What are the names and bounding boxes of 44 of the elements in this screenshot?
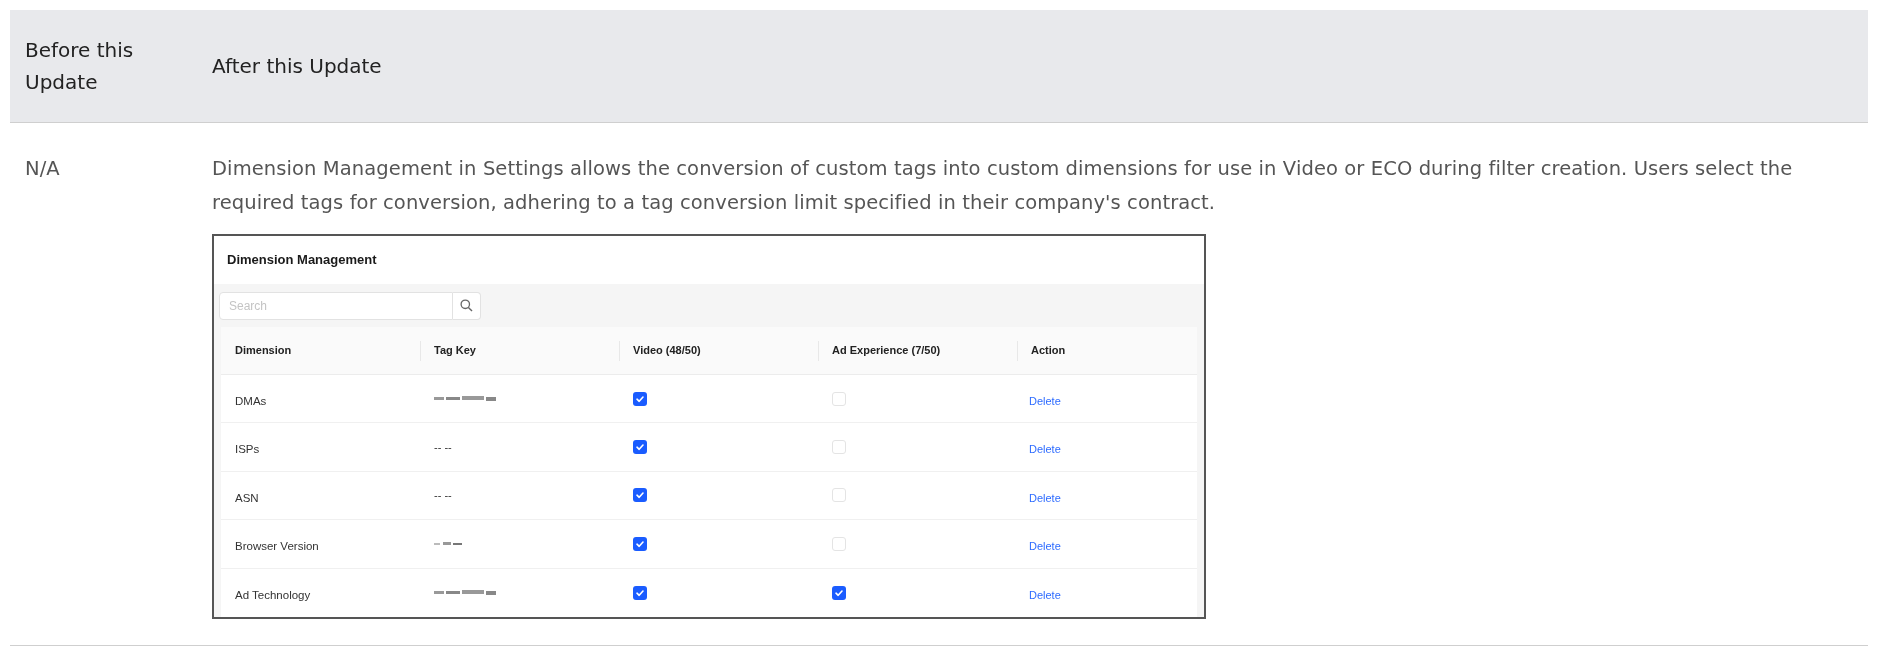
column-header: Dimension — [235, 343, 292, 359]
delete-link[interactable]: Delete — [1029, 491, 1061, 504]
delete-link[interactable]: Delete — [1029, 540, 1061, 553]
checkmark-icon — [635, 393, 645, 404]
checkmark-icon — [635, 490, 645, 501]
checkbox[interactable] — [633, 440, 647, 455]
table-cell: Ad Technology — [235, 589, 311, 602]
tag-key: -- -- — [434, 487, 452, 504]
table-cell: ISPs — [235, 443, 260, 456]
checkbox[interactable] — [832, 440, 846, 455]
column-header: Action — [1031, 343, 1066, 359]
column-header: Ad Experience (7/50) — [832, 343, 941, 359]
column-header: After this Update — [212, 53, 383, 80]
checkmark-icon — [635, 587, 645, 598]
delete-link[interactable]: Delete — [1029, 443, 1061, 456]
checkmark-icon — [635, 538, 645, 549]
checkbox[interactable] — [633, 536, 647, 551]
checkbox[interactable] — [633, 585, 647, 600]
delete-link[interactable]: Delete — [1029, 395, 1061, 408]
checkbox[interactable] — [832, 536, 846, 551]
delete-link[interactable]: Delete — [1029, 589, 1061, 602]
table-cell: DMAs — [235, 395, 267, 408]
checkmark-icon — [635, 442, 645, 453]
description-text: Dimension Management in Settings allows the conversion of custom tags into custom dimensions for use in Video or ECO during filter creation. Users select the required tags for conversion, adhering to a tag conversion limit specified in their company's contract. — [212, 156, 1794, 216]
column-header: Before this Update — [24, 37, 135, 96]
column-header: Video (48/50) — [633, 343, 701, 359]
search-icon — [460, 299, 473, 312]
table-cell: ASN — [235, 491, 259, 504]
checkmark-icon — [834, 587, 844, 598]
table-cell: Browser Version — [235, 540, 319, 553]
search-field[interactable]: Search — [219, 291, 453, 320]
checkbox[interactable] — [832, 488, 846, 503]
search-button[interactable] — [453, 291, 481, 320]
blurred-text-drawing — [434, 541, 462, 546]
checkbox[interactable] — [832, 585, 846, 600]
tag-key: -- -- — [434, 438, 452, 456]
table-cell-text: N/A — [24, 156, 61, 182]
checkbox[interactable] — [832, 391, 846, 406]
blurred-text-drawing — [434, 396, 496, 402]
panel-title: Dimension Management — [227, 251, 377, 270]
checkbox[interactable] — [633, 391, 647, 406]
column-header: Tag Key — [434, 343, 476, 359]
checkbox[interactable] — [633, 488, 647, 503]
blurred-text-drawing — [434, 590, 496, 596]
